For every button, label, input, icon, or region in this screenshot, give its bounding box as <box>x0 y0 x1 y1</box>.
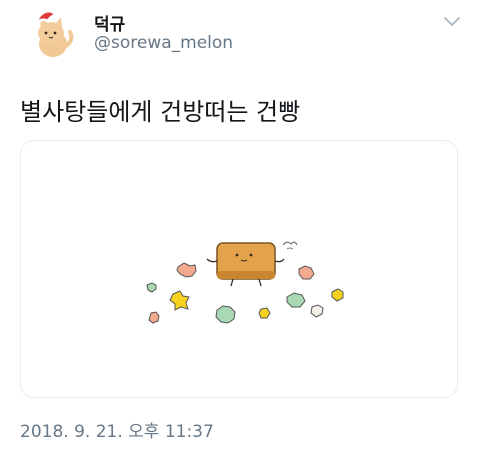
geonbbang-illustration-icon <box>146 241 344 324</box>
author-display-name[interactable]: 덕규 <box>94 10 125 35</box>
chevron-down-icon[interactable] <box>442 14 462 30</box>
author-avatar[interactable] <box>20 4 80 64</box>
author-handle[interactable]: @sorewa_melon <box>94 33 233 53</box>
tweet-timestamp[interactable]: 2018. 9. 21. 오후 11:37 <box>20 417 214 442</box>
tweet-media[interactable] <box>20 140 458 398</box>
cracker-character <box>206 241 298 287</box>
tweet-text: 별사탕들에게 건방떠는 건빵 <box>20 98 301 126</box>
cat-santa-avatar-icon <box>20 4 80 64</box>
